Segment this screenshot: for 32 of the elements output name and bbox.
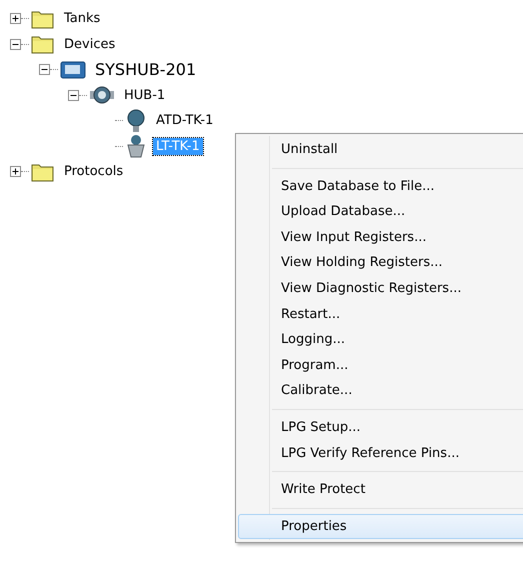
tree-item[interactable]: HUB-1 [121, 86, 168, 104]
tree-item[interactable]: Protocols [61, 163, 126, 180]
menu-item[interactable]: LPG Verify Reference Pins... [238, 440, 523, 466]
menu-item[interactable]: View Holding Registers... [238, 250, 523, 276]
menu-item[interactable]: Properties [238, 514, 523, 540]
folder-icon [31, 34, 55, 54]
menu-item[interactable]: Save Database to File... [238, 174, 523, 200]
transmitter-icon [125, 108, 147, 133]
radar-transmitter-icon [125, 134, 147, 158]
tree-item[interactable]: Devices [61, 36, 118, 53]
expander-toggle[interactable] [10, 166, 21, 178]
menu-item[interactable]: Uninstall [238, 137, 523, 163]
menu-item[interactable]: LPG Setup... [238, 414, 523, 441]
device-box-icon [60, 60, 86, 80]
expander-toggle[interactable] [10, 38, 21, 50]
menu-item[interactable]: View Input Registers... [238, 224, 523, 250]
expander-toggle[interactable] [10, 13, 21, 24]
menu-item[interactable]: Program... [238, 352, 523, 378]
gauge-icon [89, 85, 115, 106]
menu-item[interactable]: View Diagnostic Registers... [238, 276, 523, 302]
tree-item[interactable]: Tanks [61, 10, 104, 28]
expander-toggle[interactable] [39, 64, 50, 76]
folder-icon [31, 162, 55, 182]
menu-item[interactable]: Write Protect [238, 477, 523, 503]
folder-icon [31, 8, 55, 29]
tree-item[interactable]: SYSHUB-201 [92, 59, 200, 80]
menu-item[interactable]: Calibrate... [238, 378, 523, 404]
expander-toggle[interactable] [68, 90, 79, 101]
menu-item[interactable]: Logging... [238, 327, 523, 353]
menu-item[interactable]: Restart... [238, 302, 523, 328]
tree-item[interactable]: ATD-TK-1 [153, 112, 216, 130]
menu-item[interactable]: Upload Database... [238, 199, 523, 225]
